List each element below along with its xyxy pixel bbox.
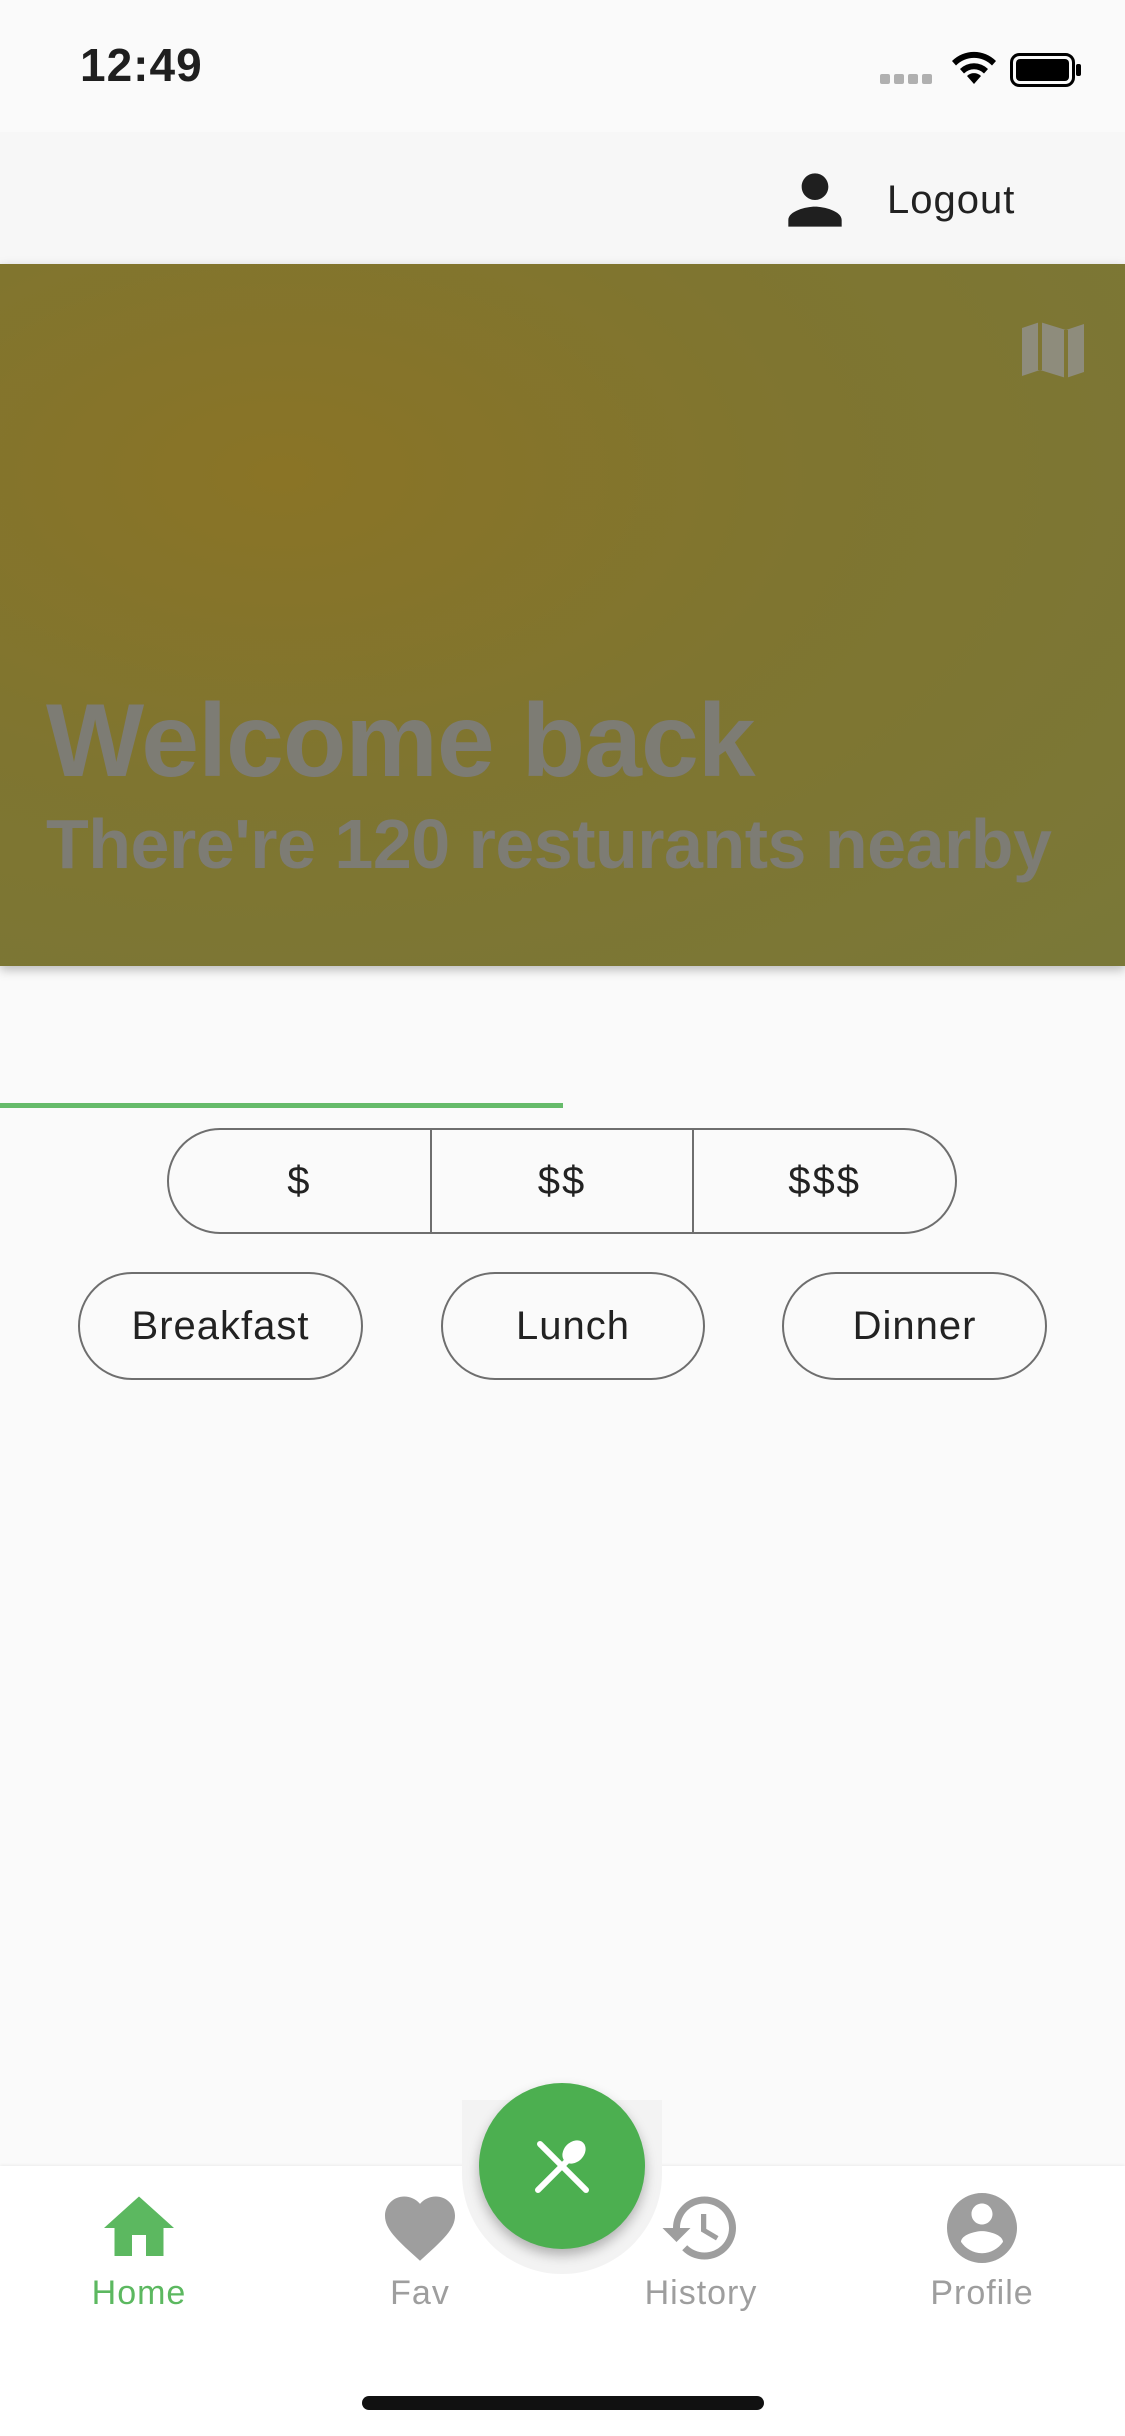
price-option-2[interactable]: $$ (429, 1130, 693, 1232)
restaurant-fab-button[interactable] (479, 2083, 645, 2249)
price-filter: $ $$ $$$ (167, 1128, 957, 1234)
home-indicator (362, 2396, 764, 2410)
restaurant-icon (535, 2140, 589, 2193)
wifi-icon (952, 51, 996, 84)
nav-label-history: History (644, 2274, 758, 2312)
app-bar: Logout (0, 132, 1125, 264)
heart-icon (385, 2196, 455, 2261)
status-time: 12:49 (80, 39, 203, 91)
price-option-1[interactable]: $ (169, 1130, 430, 1232)
account-circle-icon (947, 2193, 1017, 2263)
nav-label-profile: Profile (930, 2274, 1034, 2312)
lunch-chip[interactable]: Lunch (441, 1272, 705, 1380)
nav-item-profile[interactable]: Profile (882, 2186, 1082, 2336)
nav-item-home[interactable]: Home (39, 2186, 239, 2336)
person-icon (788, 173, 842, 227)
price-option-3[interactable]: $$$ (692, 1130, 955, 1232)
history-icon (662, 2196, 736, 2260)
progress-fill (0, 1103, 563, 1108)
nav-label-fav: Fav (390, 2274, 450, 2312)
dinner-chip[interactable]: Dinner (782, 1272, 1047, 1380)
hero-subtitle: There're 120 resturants nearby (46, 805, 1052, 883)
map-icon[interactable] (1020, 320, 1086, 380)
status-bar: 12:49 (0, 0, 1125, 132)
hero-title: Welcome back (46, 683, 756, 799)
nav-label-home: Home (91, 2274, 187, 2312)
home-icon (104, 2196, 174, 2256)
breakfast-chip[interactable]: Breakfast (78, 1272, 363, 1380)
cellular-signal-icon (880, 74, 936, 86)
logout-button[interactable]: Logout (775, 160, 1015, 240)
logout-label: Logout (887, 177, 1016, 222)
battery-icon (1010, 53, 1081, 87)
loading-progress-bar (0, 1103, 1125, 1108)
hero-banner: Welcome back There're 120 resturants nea… (0, 264, 1125, 966)
